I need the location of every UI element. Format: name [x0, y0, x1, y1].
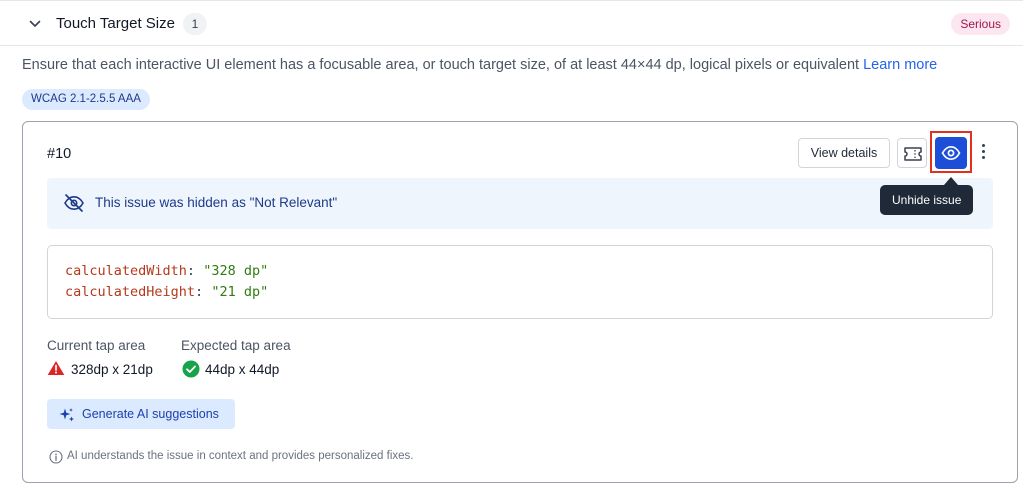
- create-ticket-button[interactable]: [897, 138, 927, 168]
- current-tap-area-value: 328dp x 21dp: [71, 362, 153, 377]
- check-circle-icon: [182, 360, 200, 383]
- rule-header[interactable]: Touch Target Size 1 Serious: [0, 2, 1023, 46]
- expected-tap-area-value: 44dp x 44dp: [205, 362, 280, 377]
- code-value: "328 dp": [203, 263, 269, 279]
- code-key: calculatedWidth: [65, 263, 187, 279]
- unhide-tooltip: Unhide issue: [880, 185, 974, 215]
- rule-description-text: Ensure that each interactive UI element …: [22, 57, 864, 73]
- generate-ai-suggestions-label: Generate AI suggestions: [82, 407, 219, 421]
- warning-triangle-icon: [47, 360, 65, 381]
- hidden-issue-message: This issue was hidden as "Not Relevant": [95, 195, 338, 210]
- expected-tap-area-label: Expected tap area: [181, 338, 291, 353]
- hidden-issue-banner: This issue was hidden as "Not Relevant": [47, 178, 993, 229]
- issue-count-badge: 1: [183, 13, 207, 35]
- code-snippet: calculatedWidth: "328 dp" calculatedHeig…: [47, 245, 993, 319]
- rule-title: Touch Target Size: [56, 15, 175, 32]
- rule-description: Ensure that each interactive UI element …: [22, 57, 937, 73]
- code-line: calculatedHeight: "21 dp": [65, 284, 269, 300]
- current-tap-area-label: Current tap area: [47, 338, 146, 353]
- chevron-down-icon[interactable]: [28, 17, 42, 31]
- wcag-badge: WCAG 2.1-2.5.5 AAA: [22, 89, 150, 110]
- issue-id: #10: [47, 146, 72, 162]
- generate-ai-suggestions-button[interactable]: Generate AI suggestions: [47, 399, 235, 429]
- unhide-issue-button[interactable]: [935, 137, 967, 169]
- kebab-menu-icon[interactable]: [979, 144, 987, 164]
- view-details-button[interactable]: View details: [798, 138, 890, 168]
- issue-card: #10 View details Unhide issue This issue…: [22, 121, 1018, 483]
- top-divider: [0, 0, 1023, 1]
- tooltip-arrow: [944, 177, 958, 185]
- info-icon: [49, 450, 63, 469]
- learn-more-link[interactable]: Learn more: [863, 57, 937, 73]
- severity-badge: Serious: [951, 13, 1010, 35]
- ai-info-note: AI understands the issue in context and …: [67, 450, 414, 462]
- code-line: calculatedWidth: "328 dp": [65, 263, 269, 279]
- code-value: "21 dp": [211, 284, 269, 300]
- code-key: calculatedHeight: [65, 284, 196, 300]
